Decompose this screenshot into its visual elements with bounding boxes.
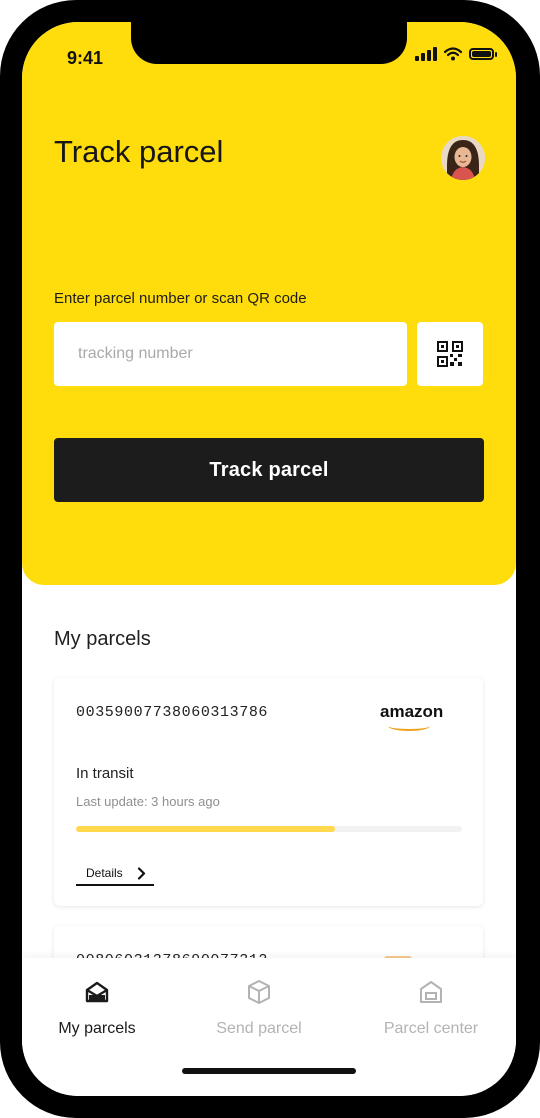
progress-bar: [76, 826, 462, 832]
chevron-right-icon: [137, 866, 145, 880]
device-notch: [131, 22, 407, 64]
signal-icon: [415, 47, 437, 61]
parcel-number: 00359007738060313786: [76, 704, 269, 721]
parcel-status: In transit: [76, 765, 134, 782]
details-label: Details: [86, 866, 123, 880]
tab-label: Send parcel: [216, 1020, 302, 1037]
progress-fill: [76, 826, 335, 832]
battery-icon: [469, 48, 497, 60]
track-parcel-button[interactable]: Track parcel: [54, 438, 484, 502]
wifi-icon: [444, 47, 462, 61]
avatar[interactable]: [441, 136, 485, 180]
tab-label: Parcel center: [383, 1020, 479, 1037]
envelope-package-icon: [85, 981, 109, 1003]
input-label: Enter parcel number or scan QR code: [54, 290, 307, 307]
my-parcels-title: My parcels: [54, 628, 151, 650]
tab-label: My parcels: [58, 1020, 136, 1037]
page-title: Track parcel: [54, 134, 224, 169]
scan-qr-button[interactable]: [417, 322, 483, 386]
last-update: Last update: 3 hours ago: [76, 794, 220, 809]
tab-parcel-center[interactable]: Parcel center: [356, 978, 506, 1038]
parcel-center-icon: [420, 981, 442, 1003]
home-indicator: [182, 1068, 356, 1074]
bottom-tab-bar: My parcels Send parcel Parcel center: [22, 958, 516, 1096]
qr-code-icon: [437, 341, 463, 367]
carrier-logo: amazon: [380, 702, 444, 721]
box-icon: [248, 980, 270, 1004]
details-link[interactable]: Details: [76, 862, 154, 886]
app-screen: 9:41 Track parcel Enter parcel number or…: [22, 22, 516, 1096]
tab-my-parcels[interactable]: My parcels: [22, 978, 172, 1038]
avatar-image: [441, 136, 485, 180]
status-icons: [415, 47, 497, 61]
status-time: 9:41: [67, 48, 104, 68]
tracking-number-input[interactable]: [54, 322, 407, 386]
parcel-card[interactable]: 00359007738060313786 amazon In transit L…: [54, 678, 483, 906]
tab-send-parcel[interactable]: Send parcel: [184, 978, 334, 1038]
track-parcel-header: 9:41 Track parcel Enter parcel number or…: [22, 22, 516, 585]
amazon-smile-icon: [388, 721, 430, 731]
phone-frame: 9:41 Track parcel Enter parcel number or…: [0, 0, 540, 1118]
